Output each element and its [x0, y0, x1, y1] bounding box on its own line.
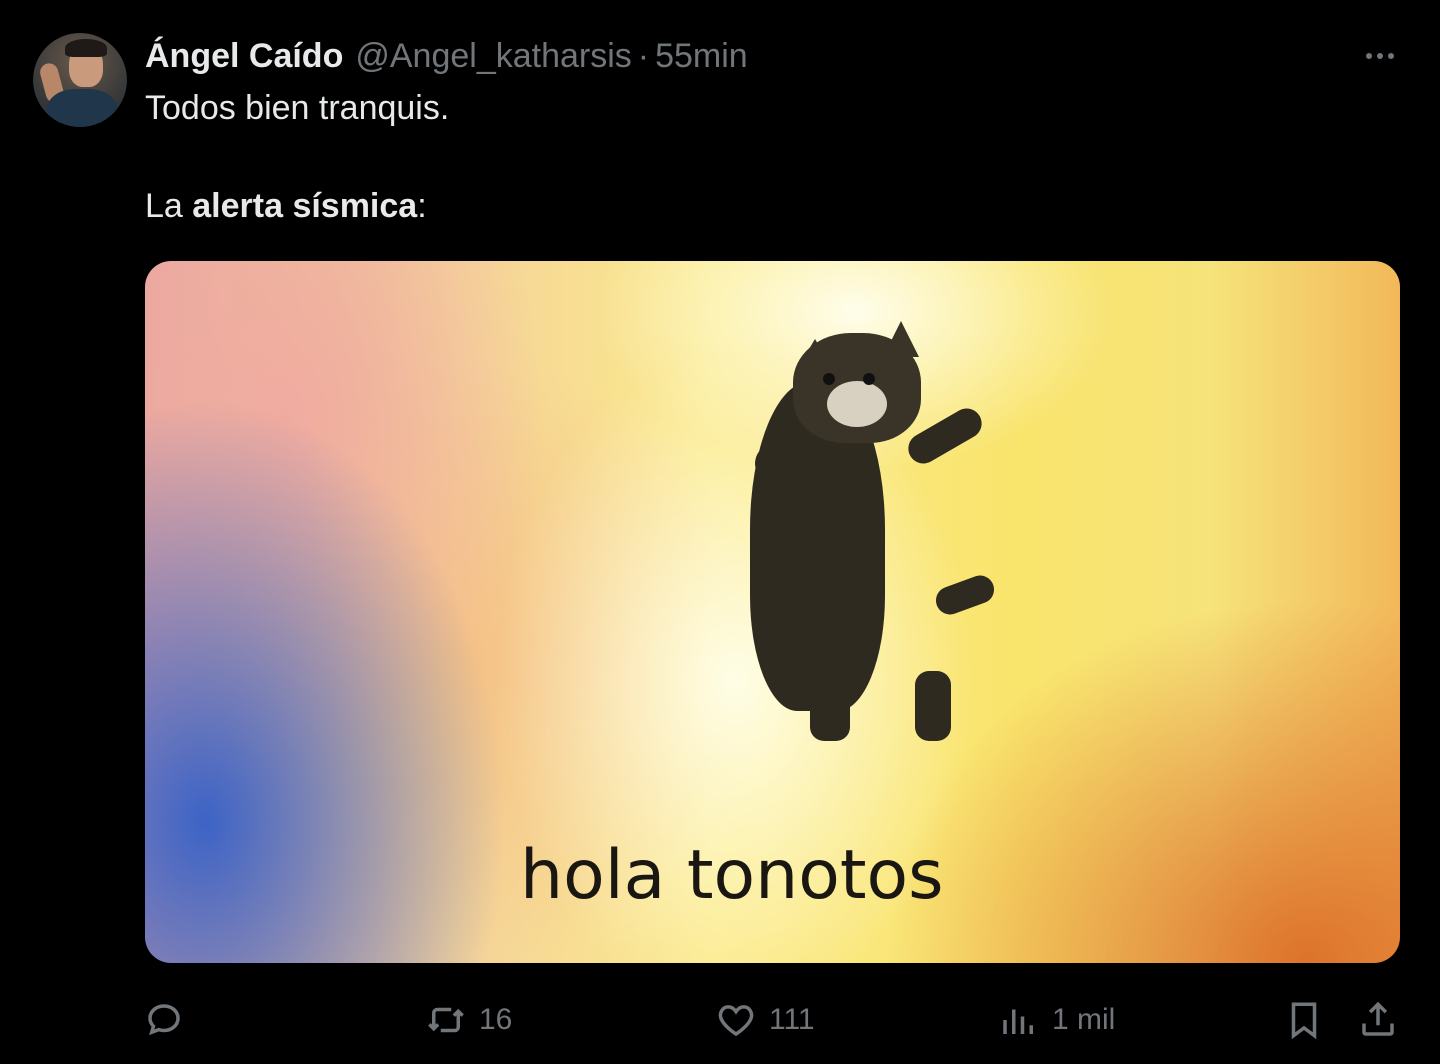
bookmark-button[interactable]: [1283, 990, 1325, 1050]
tweet-text-prefix: La: [145, 187, 193, 225]
views-button[interactable]: 1 mil: [998, 990, 1115, 1050]
tweet-text-line-2: La alerta sísmica:: [145, 186, 427, 226]
retweet-button[interactable]: 16: [425, 990, 512, 1050]
media-caption: hola tonotos: [520, 836, 944, 915]
tweet-text-line-1: Todos bien tranquis.: [145, 89, 450, 127]
tweet-timestamp[interactable]: 55min: [655, 36, 748, 76]
more-dot-icon: [1366, 53, 1372, 59]
like-button[interactable]: 111: [715, 990, 815, 1050]
views-icon: [1003, 1009, 1033, 1034]
heart-icon: [718, 1005, 754, 1037]
more-options-button[interactable]: [1356, 38, 1404, 74]
tweet[interactable]: Ángel Caído @Angel_katharsis · 55min Tod…: [0, 0, 1440, 1064]
retweet-icon: [428, 1007, 464, 1033]
cat-tail: [932, 571, 998, 619]
reply-icon: [148, 1004, 180, 1036]
tweet-action-bar: 16 111 1 mil: [0, 990, 1440, 1050]
tweet-text-suffix: :: [417, 187, 427, 225]
tweet-header: Ángel Caído @Angel_katharsis · 55min: [145, 36, 748, 76]
separator-dot: ·: [637, 37, 650, 75]
more-dot-icon: [1377, 53, 1383, 59]
tweet-text-bold: alerta sísmica: [192, 187, 418, 225]
views-count: 1 mil: [1052, 1003, 1116, 1036]
cat-face: [827, 381, 887, 427]
avatar-shirt: [47, 89, 117, 127]
share-icon: [1362, 1001, 1394, 1036]
tweet-media-image[interactable]: hola tonotos: [145, 261, 1400, 963]
author-handle[interactable]: @Angel_katharsis: [355, 36, 631, 76]
cat-leg-right: [915, 671, 951, 741]
cat-eye-right: [863, 373, 875, 385]
reply-button[interactable]: [143, 990, 185, 1050]
author-name[interactable]: Ángel Caído: [145, 36, 343, 76]
share-button[interactable]: [1357, 990, 1399, 1050]
avatar-hair: [65, 39, 107, 57]
like-count: 111: [769, 1003, 815, 1036]
avatar[interactable]: [33, 33, 127, 127]
more-dot-icon: [1388, 53, 1394, 59]
retweet-count: 16: [479, 1003, 513, 1036]
cat-eye-left: [823, 373, 835, 385]
bookmark-icon: [1291, 1002, 1317, 1040]
